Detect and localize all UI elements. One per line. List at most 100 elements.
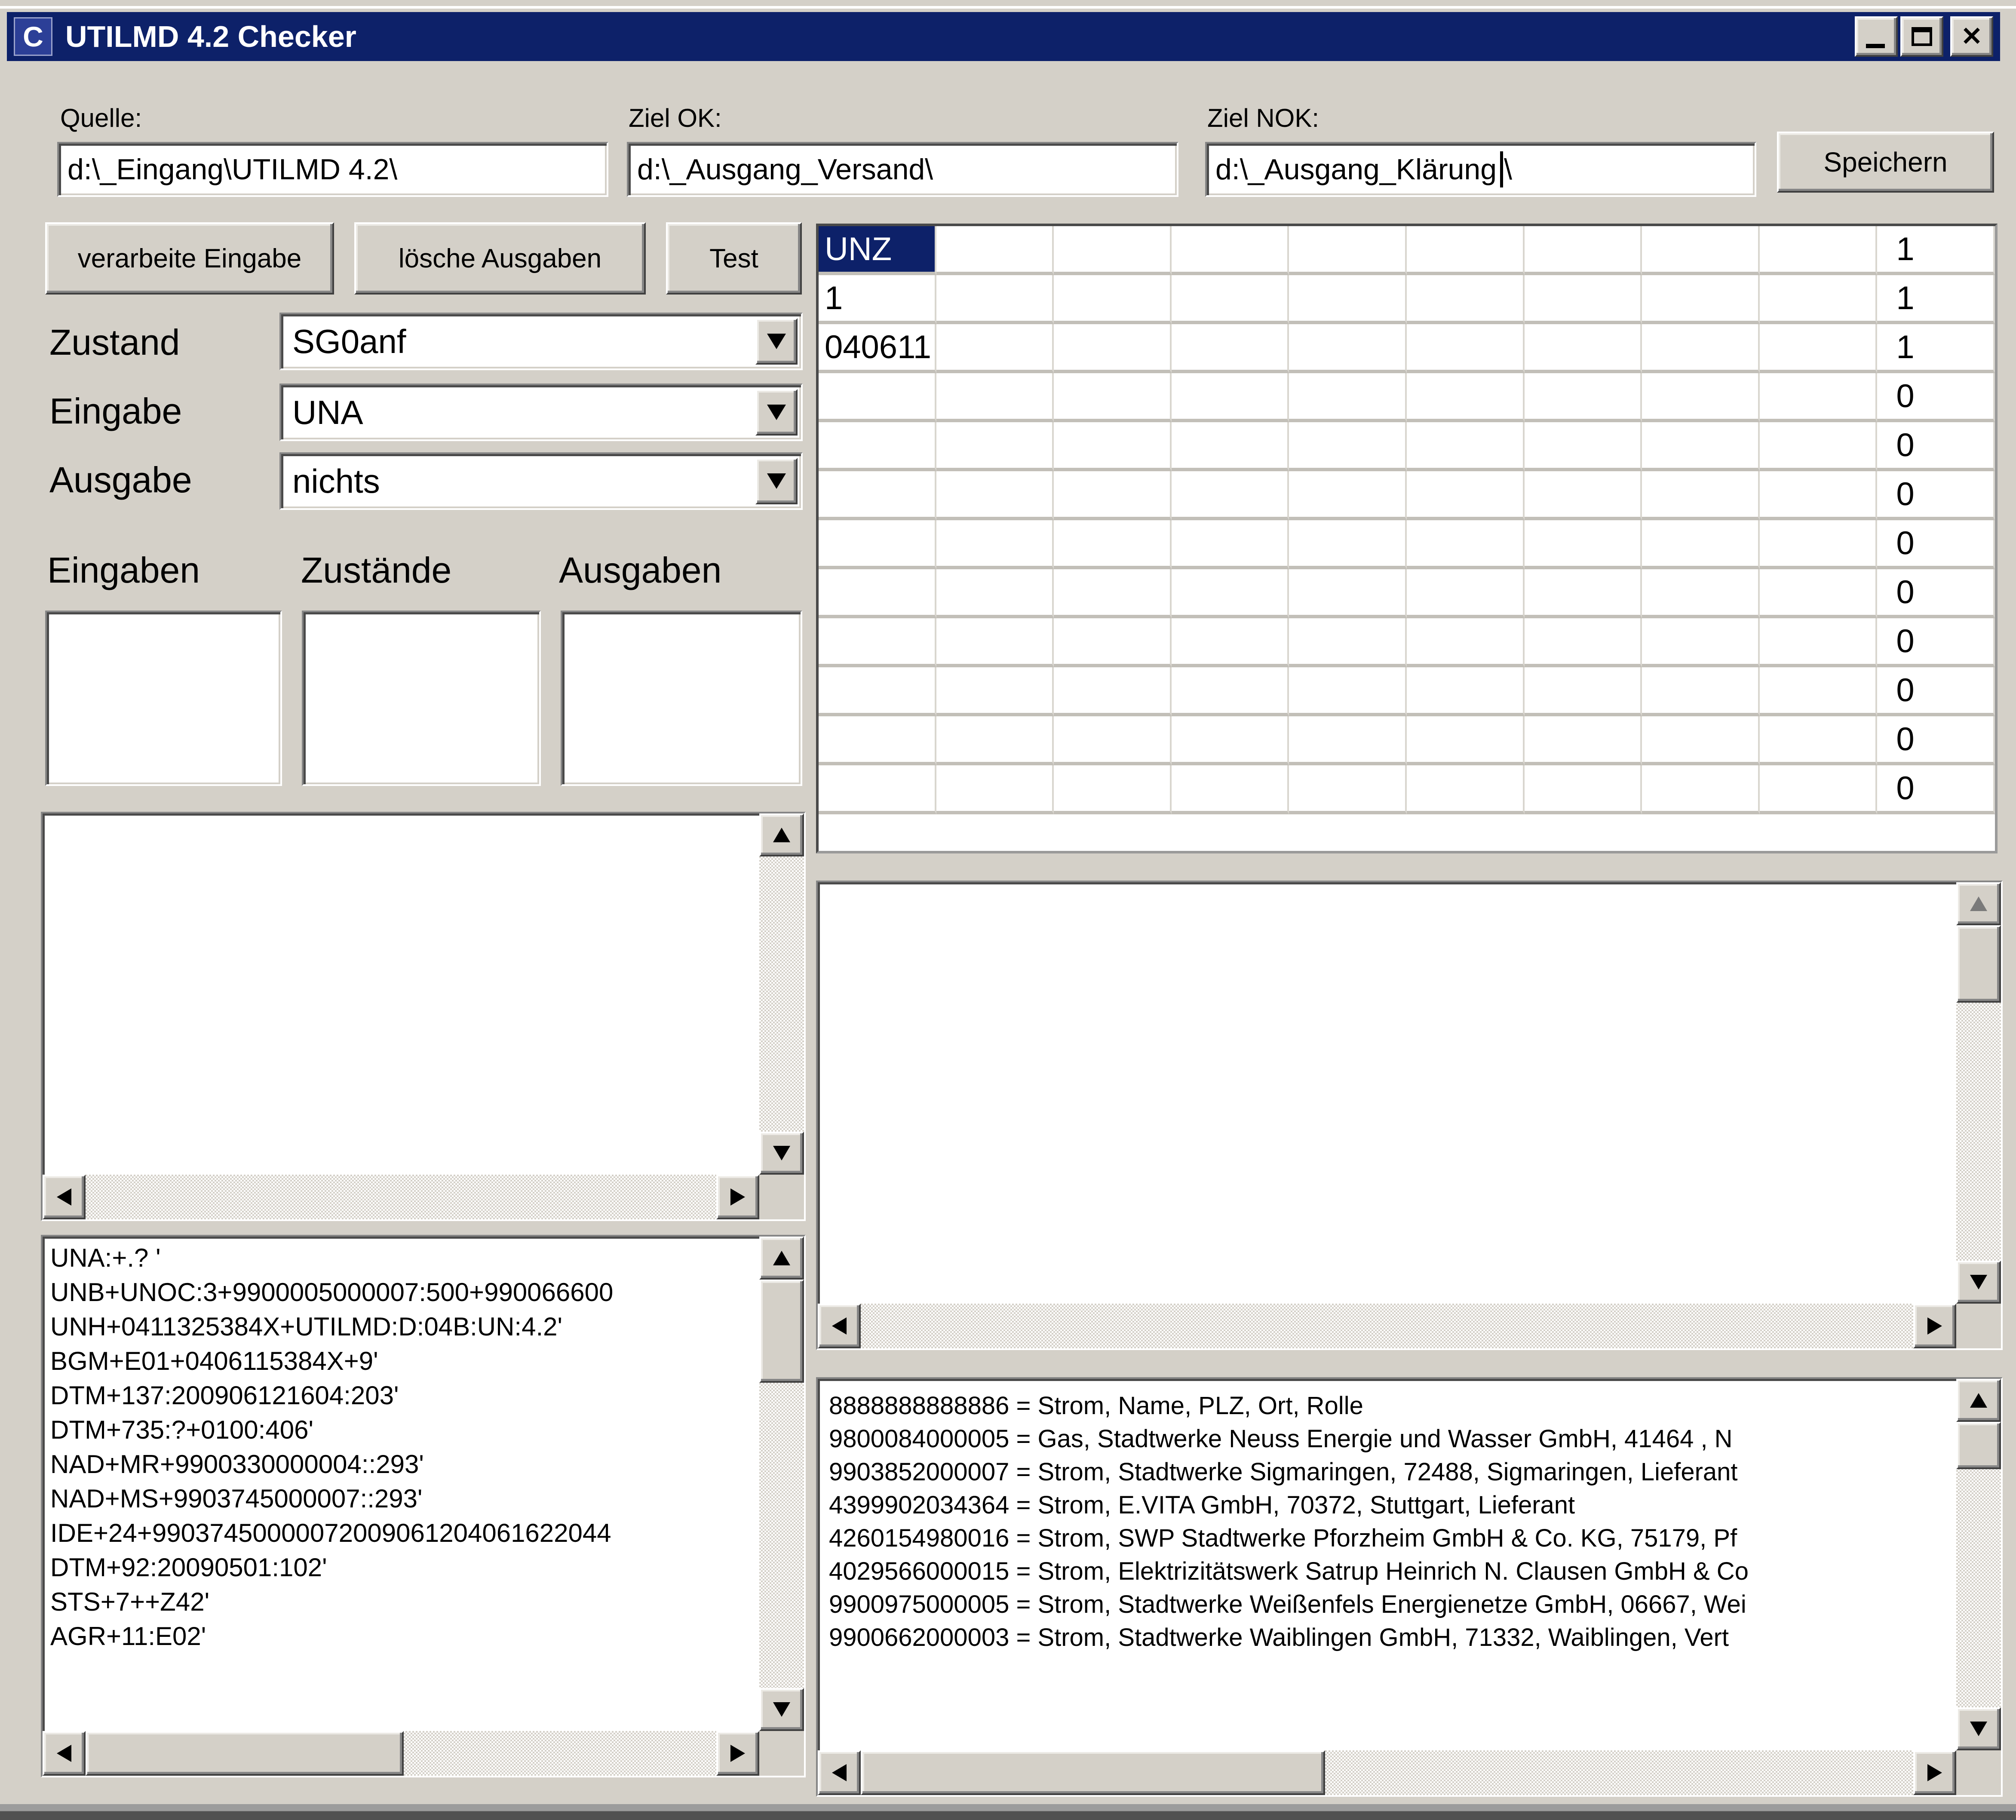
- grid-cell-r1c4[interactable]: [1289, 275, 1407, 324]
- grid-cell-r2c5[interactable]: [1407, 324, 1525, 373]
- grid-cell-r1c5[interactable]: [1407, 275, 1525, 324]
- edifact-hscrollbar[interactable]: [43, 1731, 759, 1776]
- grid-cell-r3c4[interactable]: [1289, 373, 1407, 422]
- grid-cell-r3c8[interactable]: [1760, 373, 1878, 422]
- grid-cell-r0c3[interactable]: [1172, 226, 1289, 275]
- grid-cell-r9c2[interactable]: [1054, 667, 1172, 716]
- grid-cell-r11c7[interactable]: [1642, 765, 1760, 814]
- grid-cell-r11c0[interactable]: [819, 765, 936, 814]
- partner-list[interactable]: 8888888888886 = Strom, Name, PLZ, Ort, R…: [816, 1377, 2003, 1797]
- grid-cell-r9c8[interactable]: [1760, 667, 1878, 716]
- log-panel[interactable]: [41, 812, 806, 1221]
- verarbeite-eingabe-button[interactable]: verarbeite Eingabe: [45, 222, 334, 295]
- scroll-down-button[interactable]: [759, 1132, 804, 1175]
- close-button[interactable]: ✕: [1950, 16, 1993, 57]
- grid-cell-r1c9[interactable]: 1: [1877, 275, 1995, 324]
- grid-cell-r4c5[interactable]: [1407, 422, 1525, 471]
- scroll-right-button[interactable]: [716, 1731, 759, 1776]
- edifact-vscrollbar[interactable]: [759, 1237, 804, 1731]
- grid-cell-r11c4[interactable]: [1289, 765, 1407, 814]
- grid-cell-r4c7[interactable]: [1642, 422, 1760, 471]
- grid-cell-r4c1[interactable]: [936, 422, 1054, 471]
- partner-hscrollbar[interactable]: [818, 1750, 1956, 1795]
- grid-cell-r7c2[interactable]: [1054, 569, 1172, 618]
- ausgaben-listbox[interactable]: [561, 611, 802, 786]
- grid-cell-r0c7[interactable]: [1642, 226, 1760, 275]
- grid-cell-r0c8[interactable]: [1760, 226, 1878, 275]
- grid-cell-r10c8[interactable]: [1760, 716, 1878, 765]
- vscrollbar-thumb[interactable]: [1956, 925, 2001, 1003]
- grid-cell-r6c4[interactable]: [1289, 520, 1407, 569]
- vscrollbar-thumb[interactable]: [759, 1280, 804, 1383]
- grid-cell-r3c9[interactable]: 0: [1877, 373, 1995, 422]
- scroll-up-button[interactable]: [759, 813, 804, 856]
- scroll-right-button[interactable]: [716, 1175, 759, 1219]
- grid-cell-r6c7[interactable]: [1642, 520, 1760, 569]
- grid-cell-r11c5[interactable]: [1407, 765, 1525, 814]
- grid-cell-r10c2[interactable]: [1054, 716, 1172, 765]
- scroll-right-button[interactable]: [1913, 1750, 1956, 1795]
- scroll-left-button[interactable]: [43, 1175, 86, 1219]
- grid-cell-r10c1[interactable]: [936, 716, 1054, 765]
- grid-cell-r10c0[interactable]: [819, 716, 936, 765]
- grid-cell-r9c7[interactable]: [1642, 667, 1760, 716]
- grid-cell-r8c7[interactable]: [1642, 618, 1760, 667]
- grid-cell-r0c4[interactable]: [1289, 226, 1407, 275]
- ausgabe-dropdown-button[interactable]: [755, 458, 798, 504]
- grid-cell-r8c3[interactable]: [1172, 618, 1289, 667]
- scroll-up-button[interactable]: [759, 1237, 804, 1280]
- grid-cell-r8c2[interactable]: [1054, 618, 1172, 667]
- grid-cell-r11c1[interactable]: [936, 765, 1054, 814]
- grid-cell-r10c7[interactable]: [1642, 716, 1760, 765]
- grid-cell-r4c3[interactable]: [1172, 422, 1289, 471]
- grid-cell-r2c0[interactable]: 040611: [819, 324, 936, 373]
- grid-cell-r6c9[interactable]: 0: [1877, 520, 1995, 569]
- speichern-button[interactable]: Speichern: [1777, 132, 1994, 193]
- result-vscrollbar[interactable]: [1956, 882, 2001, 1304]
- grid-cell-r7c0[interactable]: [819, 569, 936, 618]
- scroll-left-button[interactable]: [43, 1731, 86, 1776]
- grid-cell-r0c2[interactable]: [1054, 226, 1172, 275]
- grid-cell-r6c8[interactable]: [1760, 520, 1878, 569]
- grid-cell-r1c6[interactable]: [1525, 275, 1642, 324]
- grid-cell-r10c5[interactable]: [1407, 716, 1525, 765]
- grid-cell-r2c8[interactable]: [1760, 324, 1878, 373]
- grid-cell-r6c3[interactable]: [1172, 520, 1289, 569]
- grid-cell-r9c9[interactable]: 0: [1877, 667, 1995, 716]
- grid-cell-r8c8[interactable]: [1760, 618, 1878, 667]
- grid-cell-r8c0[interactable]: [819, 618, 936, 667]
- loesche-ausgaben-button[interactable]: lösche Ausgaben: [354, 222, 646, 295]
- grid-cell-r7c1[interactable]: [936, 569, 1054, 618]
- maximize-button[interactable]: [1900, 16, 1943, 57]
- grid-cell-r3c5[interactable]: [1407, 373, 1525, 422]
- quelle-input[interactable]: d:\_Eingang\UTILMD 4.2\: [57, 142, 608, 197]
- grid-cell-r1c3[interactable]: [1172, 275, 1289, 324]
- grid-cell-r4c4[interactable]: [1289, 422, 1407, 471]
- grid-cell-r8c5[interactable]: [1407, 618, 1525, 667]
- grid-cell-r5c7[interactable]: [1642, 471, 1760, 520]
- result-hscrollbar[interactable]: [818, 1304, 1956, 1348]
- grid-cell-r10c3[interactable]: [1172, 716, 1289, 765]
- zustand-combobox[interactable]: SG0anf: [279, 313, 803, 370]
- grid-cell-r10c4[interactable]: [1289, 716, 1407, 765]
- grid-cell-r6c6[interactable]: [1525, 520, 1642, 569]
- grid-cell-r4c2[interactable]: [1054, 422, 1172, 471]
- scroll-left-button[interactable]: [818, 1750, 861, 1795]
- grid-cell-r6c5[interactable]: [1407, 520, 1525, 569]
- grid-cell-r4c6[interactable]: [1525, 422, 1642, 471]
- grid-cell-r7c9[interactable]: 0: [1877, 569, 1995, 618]
- grid-cell-r4c9[interactable]: 0: [1877, 422, 1995, 471]
- scroll-left-button[interactable]: [818, 1304, 861, 1348]
- grid-cell-r9c4[interactable]: [1289, 667, 1407, 716]
- grid-cell-r4c0[interactable]: [819, 422, 936, 471]
- grid-cell-r7c3[interactable]: [1172, 569, 1289, 618]
- ziel-ok-input[interactable]: d:\_Ausgang_Versand\: [627, 142, 1178, 197]
- grid-cell-r1c1[interactable]: [936, 275, 1054, 324]
- grid-cell-r10c6[interactable]: [1525, 716, 1642, 765]
- grid-cell-r4c8[interactable]: [1760, 422, 1878, 471]
- grid-cell-r11c8[interactable]: [1760, 765, 1878, 814]
- grid-cell-r7c8[interactable]: [1760, 569, 1878, 618]
- grid-cell-r3c7[interactable]: [1642, 373, 1760, 422]
- grid-cell-r3c2[interactable]: [1054, 373, 1172, 422]
- grid-cell-r6c1[interactable]: [936, 520, 1054, 569]
